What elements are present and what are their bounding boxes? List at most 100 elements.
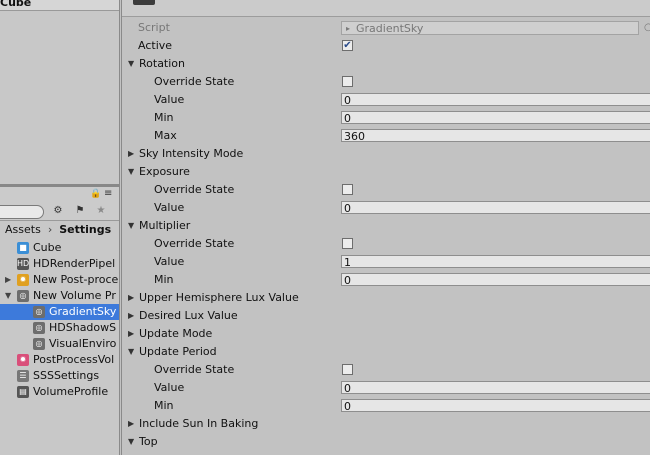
property-label: Active — [138, 39, 173, 52]
property-label: Override State — [154, 183, 235, 196]
project-item-label: HDRenderPipel — [33, 257, 116, 270]
project-toolbar: 🔒 ≡ ⚙ ⚑ ★ — [0, 187, 119, 221]
float-field[interactable]: 0 — [341, 93, 650, 107]
script-field[interactable]: ▸ GradientSky — [341, 21, 639, 35]
project-item-label: HDShadowS — [49, 321, 117, 334]
property-label: Min — [154, 399, 174, 412]
toggle-checkbox[interactable] — [342, 76, 353, 87]
project-item[interactable]: ✹ PostProcessVol — [0, 352, 119, 368]
volume-profile-asset-icon: ▤ — [17, 386, 29, 398]
project-item[interactable]: ▤ VolumeProfile — [0, 384, 119, 400]
foldout-row[interactable]: ▶ Include Sun In Baking — [122, 415, 650, 433]
property-label: Value — [154, 93, 185, 106]
foldout-row[interactable]: ▶ Sky Intensity Mode — [122, 145, 650, 163]
project-item-label: SSSSettings — [33, 369, 100, 382]
project-item-label: GradientSky — [49, 305, 117, 318]
foldout-expanded-icon[interactable]: ▼ — [128, 433, 134, 451]
project-item[interactable]: ☰ SSSSettings — [0, 368, 119, 384]
project-item[interactable]: ▼ ◎ New Volume Pr — [0, 288, 119, 304]
property-label: Min — [154, 111, 174, 124]
foldout-collapsed-icon[interactable]: ▶ — [128, 145, 134, 163]
panel-menu-icon[interactable]: ≡ — [104, 188, 112, 199]
foldout-collapsed-icon[interactable]: ▶ — [128, 289, 134, 307]
project-item[interactable]: ◎ VisualEnviro — [0, 336, 119, 352]
post-process-icon: ✹ — [17, 274, 29, 286]
toggle-checkbox[interactable]: ✔ — [342, 40, 353, 51]
property-label: Value — [154, 255, 185, 268]
foldout-row[interactable]: ▼ Update Period — [122, 343, 650, 361]
project-item-label: New Volume Pr — [33, 289, 116, 302]
property-row: Value 0 — [122, 379, 650, 397]
component-icon — [133, 0, 155, 5]
property-label: Update Mode — [139, 327, 213, 340]
toggle-checkbox[interactable] — [342, 238, 353, 249]
property-row: Min 0 — [122, 271, 650, 289]
float-field[interactable]: 0 — [341, 111, 650, 125]
project-item[interactable]: HD HDRenderPipel — [0, 256, 119, 272]
settings-asset-icon: ◎ — [33, 306, 45, 318]
property-label: Include Sun In Baking — [139, 417, 259, 430]
property-label: Override State — [154, 363, 235, 376]
foldout-row[interactable]: ▶ Upper Hemisphere Lux Value — [122, 289, 650, 307]
project-panel: 🔒 ≡ ⚙ ⚑ ★ Assets › Settings ■ Cube HD HDRende… — [0, 187, 120, 455]
foldout-collapsed-icon[interactable]: ▶ — [128, 325, 134, 343]
float-field[interactable]: 1 — [341, 255, 650, 269]
float-field[interactable]: 0 — [341, 273, 650, 287]
float-field[interactable]: 0 — [341, 381, 650, 395]
foldout-expanded-icon[interactable]: ▼ — [128, 55, 134, 73]
property-row: Override State — [122, 361, 650, 379]
lock-icon[interactable]: 🔒 — [90, 189, 101, 199]
float-field[interactable]: 0 — [341, 399, 650, 413]
scene-row[interactable]: Cube — [0, 0, 119, 11]
float-field[interactable]: 0 — [341, 201, 650, 215]
foldout-row[interactable]: ▼ Exposure — [122, 163, 650, 181]
foldout-collapsed-icon[interactable]: ▶ — [128, 415, 134, 433]
property-label: Value — [154, 201, 185, 214]
foldout-collapsed-icon[interactable]: ▶ — [128, 307, 134, 325]
toggle-checkbox[interactable] — [342, 184, 353, 195]
property-label: Override State — [154, 75, 235, 88]
search-by-type-icon[interactable]: ⚙ — [50, 204, 66, 218]
component-header[interactable] — [122, 0, 650, 17]
toggle-checkbox[interactable] — [342, 364, 353, 375]
property-label: Desired Lux Value — [139, 309, 238, 322]
foldout-row[interactable]: ▼ Top — [122, 433, 650, 451]
foldout-row[interactable]: ▶ Desired Lux Value — [122, 307, 650, 325]
foldout-expanded-icon[interactable]: ▼ — [128, 163, 134, 181]
expand-arrow-icon[interactable]: ▼ — [5, 288, 11, 304]
chevron-right-icon: › — [47, 223, 53, 236]
project-item[interactable]: ◎ HDShadowS — [0, 320, 119, 336]
foldout-row[interactable]: ▼ Rotation — [122, 55, 650, 73]
project-item[interactable]: ▶ ✹ New Post-proce — [0, 272, 119, 288]
property-label: Top — [139, 435, 158, 448]
property-label: Rotation — [139, 57, 186, 70]
property-label: Multiplier — [139, 219, 191, 232]
search-by-label-icon[interactable]: ⚑ — [72, 204, 88, 218]
search-input[interactable] — [0, 205, 44, 219]
project-item[interactable]: ◎ GradientSky — [0, 304, 119, 320]
property-label: Max — [154, 129, 177, 142]
project-item[interactable]: ■ Cube — [0, 240, 119, 256]
post-process-volume-icon: ✹ — [17, 354, 29, 366]
foldout-expanded-icon[interactable]: ▼ — [128, 217, 134, 235]
settings-asset-icon: ◎ — [33, 322, 45, 334]
object-picker-icon[interactable]: ○ — [644, 19, 650, 37]
project-item-label: New Post-proce — [33, 273, 119, 286]
favorites-star-icon[interactable]: ★ — [93, 204, 109, 218]
inspector-panel: Script ▸ GradientSky ○ Active ✔ ▼ Rotation O… — [121, 0, 650, 455]
foldout-row[interactable]: ▶ Update Mode — [122, 325, 650, 343]
script-label: Script — [138, 21, 170, 34]
breadcrumb-settings[interactable]: Settings — [59, 223, 111, 236]
float-field[interactable]: 360 — [341, 129, 650, 143]
property-label: Update Period — [139, 345, 217, 358]
scene-name: Cube — [0, 0, 32, 9]
property-label: Value — [154, 381, 185, 394]
sss-settings-icon: ☰ — [17, 370, 29, 382]
project-item-label: PostProcessVol — [33, 353, 115, 366]
collapse-arrow-icon[interactable]: ▶ — [5, 272, 11, 288]
foldout-row[interactable]: ▼ Multiplier — [122, 217, 650, 235]
foldout-expanded-icon[interactable]: ▼ — [128, 343, 134, 361]
property-label: Upper Hemisphere Lux Value — [139, 291, 299, 304]
settings-asset-icon: ◎ — [33, 338, 45, 350]
breadcrumb-assets[interactable]: Assets — [5, 223, 41, 236]
